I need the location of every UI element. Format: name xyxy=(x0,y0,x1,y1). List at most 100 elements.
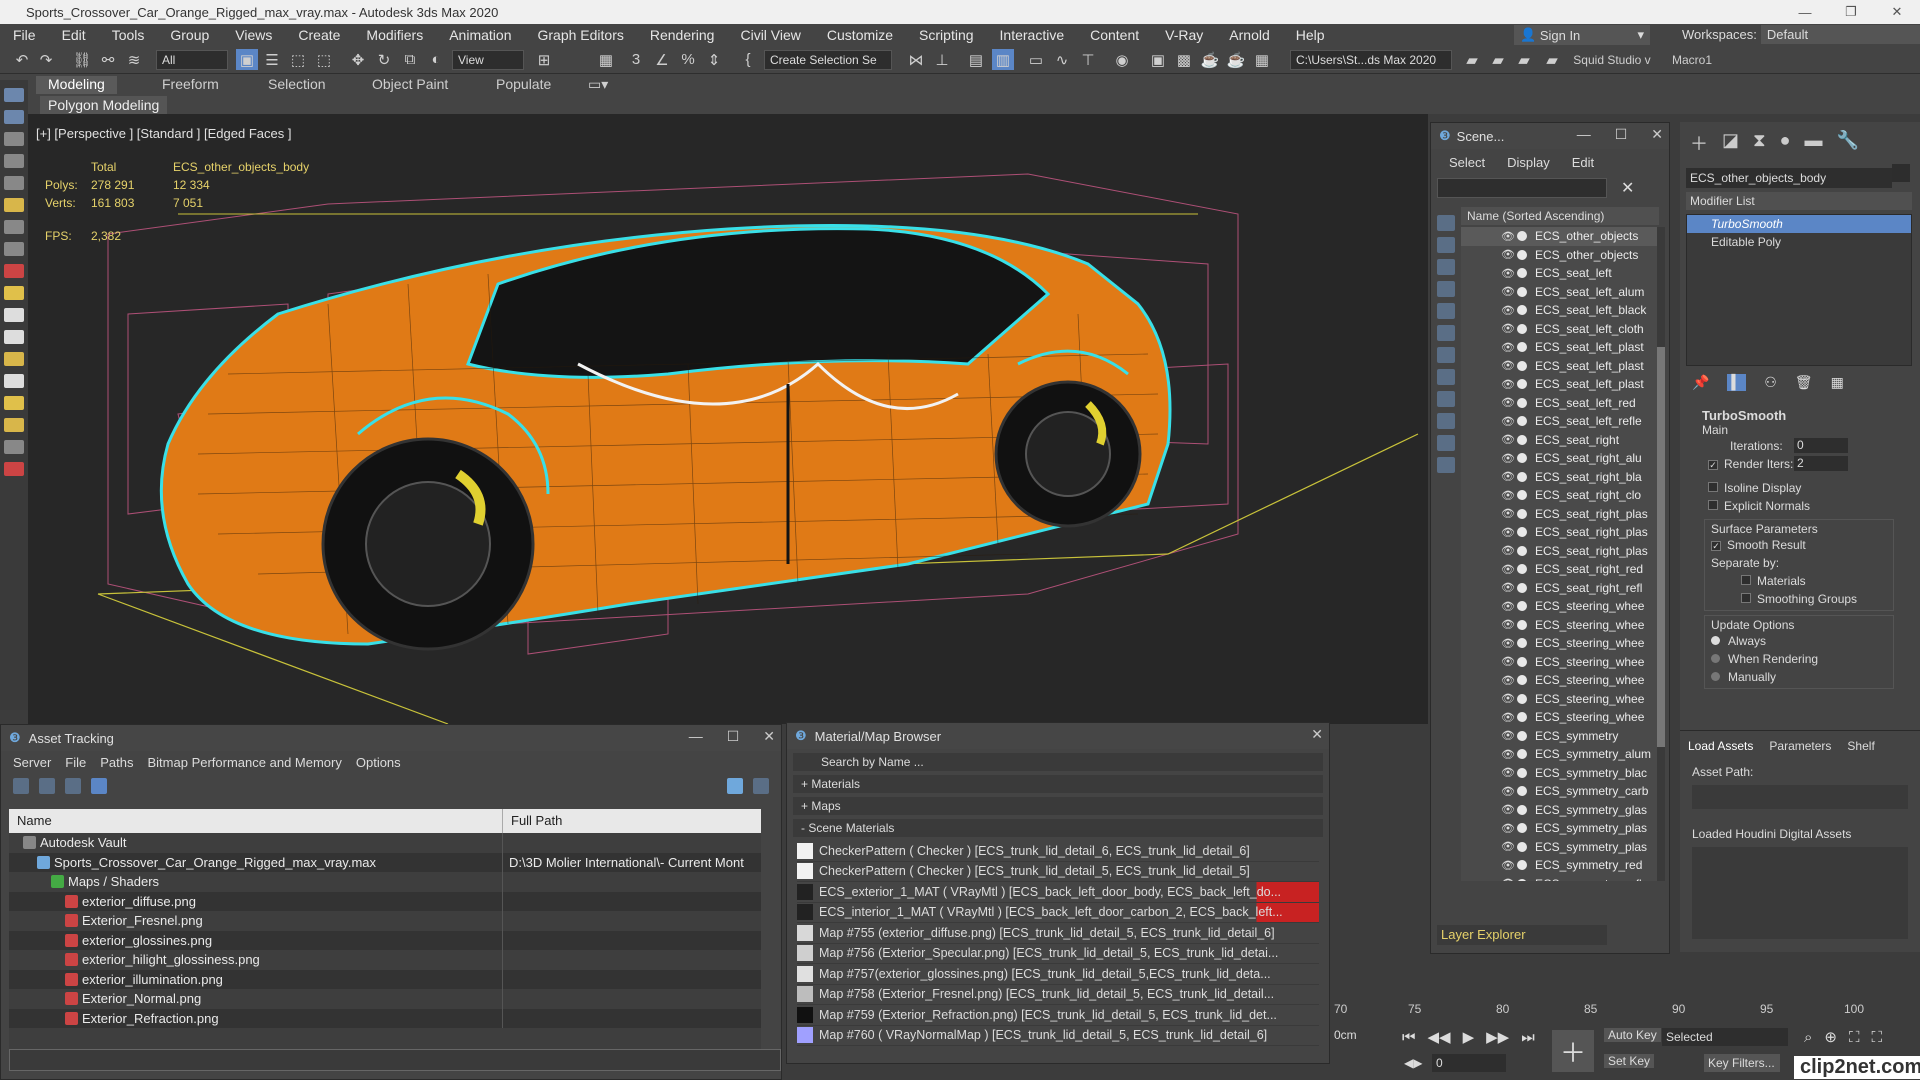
select-object-icon[interactable]: ▣ xyxy=(236,49,258,70)
visibility-eye-icon[interactable]: 👁 xyxy=(1501,859,1515,872)
render-iters-spinner[interactable]: 2 xyxy=(1794,456,1848,471)
render-frame-icon[interactable]: ▩ xyxy=(1174,49,1194,70)
visibility-eye-icon[interactable]: 👁 xyxy=(1501,748,1515,761)
ribbon-tab-freeform[interactable]: Freeform xyxy=(162,76,219,94)
save-icon[interactable]: ▰ xyxy=(1488,49,1508,70)
polygon-modeling-panel[interactable]: Polygon Modeling xyxy=(40,96,168,114)
close-icon[interactable]: ✕ xyxy=(1874,0,1920,24)
asset-menu-options[interactable]: Options xyxy=(356,755,401,770)
menu-modifiers[interactable]: Modifiers xyxy=(353,27,436,43)
ribbon-tab-modeling[interactable]: Modeling xyxy=(36,76,117,94)
clear-search-icon[interactable]: ✕ xyxy=(1621,178,1634,198)
smooth-result-checkbox[interactable]: ✓ Smooth Result xyxy=(1711,536,1887,554)
material-row[interactable]: Map #759 (Exterior_Refraction.png) [ECS_… xyxy=(797,1005,1319,1026)
visibility-eye-icon[interactable]: 👁 xyxy=(1501,396,1515,409)
display-geometry-icon[interactable] xyxy=(1437,215,1455,231)
ribbon-tab-populate[interactable]: Populate xyxy=(496,76,551,94)
tab-parameters[interactable]: Parameters xyxy=(1769,739,1831,753)
close-icon[interactable]: ✕ xyxy=(1311,726,1323,743)
current-frame-field[interactable]: 0 xyxy=(1432,1054,1506,1072)
menu-animation[interactable]: Animation xyxy=(436,27,524,43)
scene-item[interactable]: 👁 ECS_steering_whee xyxy=(1461,708,1659,727)
scene-item[interactable]: 👁 ECS_seat_left_plast xyxy=(1461,375,1659,394)
scene-item[interactable]: 👁 ECS_steering_whee xyxy=(1461,690,1659,709)
render-dot-icon[interactable] xyxy=(1517,471,1527,482)
render-dot-icon[interactable] xyxy=(1517,453,1527,464)
asset-menu-file[interactable]: File xyxy=(65,755,86,770)
scene-item[interactable]: 👁 ECS_seat_right_clo xyxy=(1461,486,1659,505)
asset-menu-bitmap-performance[interactable]: Bitmap Performance and Memory xyxy=(148,755,342,770)
ribbon-options-icon[interactable]: ▭▾ xyxy=(588,76,608,94)
scene-search-input[interactable] xyxy=(1437,178,1607,198)
visibility-eye-icon[interactable]: 👁 xyxy=(1501,433,1515,446)
render-dot-icon[interactable] xyxy=(1517,434,1527,445)
scene-item[interactable]: 👁 ECS_symmetry_plas xyxy=(1461,838,1659,857)
object-color-swatch[interactable] xyxy=(1892,164,1910,182)
render-dot-icon[interactable] xyxy=(1517,878,1527,881)
asset-row[interactable]: exterior_diffuse.png xyxy=(9,891,761,911)
minimize-icon[interactable]: — xyxy=(1577,126,1591,143)
scene-item[interactable]: 👁 ECS_seat_right_plas xyxy=(1461,523,1659,542)
settings-icon[interactable] xyxy=(753,778,769,794)
scene-item[interactable]: 👁 ECS_seat_right_plas xyxy=(1461,542,1659,561)
menu-graph-editors[interactable]: Graph Editors xyxy=(524,27,636,43)
layout-tab-16-icon[interactable] xyxy=(4,462,24,476)
render-dot-icon[interactable] xyxy=(1517,564,1527,575)
region-select-icon[interactable]: ⬚ xyxy=(288,49,308,70)
go-to-start-icon[interactable]: ⏮ xyxy=(1402,1029,1416,1046)
scene-item[interactable]: 👁 ECS_symmetry_alum xyxy=(1461,745,1659,764)
scene-item[interactable]: 👁 ECS_steering_whee xyxy=(1461,653,1659,672)
minimize-icon[interactable]: — xyxy=(1782,0,1828,24)
layout-tab-1-icon[interactable] xyxy=(4,88,24,102)
scene-scrollbar[interactable] xyxy=(1657,227,1665,881)
tab-load-assets[interactable]: Load Assets xyxy=(1688,739,1753,753)
visibility-eye-icon[interactable]: 👁 xyxy=(1501,877,1515,881)
ribbon-tab-selection[interactable]: Selection xyxy=(268,76,326,94)
layer-explorer-dropdown[interactable]: Layer Explorer xyxy=(1437,925,1607,945)
viewport-label[interactable]: [+] [Perspective ] [Standard ] [Edged Fa… xyxy=(36,126,291,141)
zoom-extents-icon[interactable]: ⛶ xyxy=(1849,1029,1860,1046)
visibility-eye-icon[interactable]: 👁 xyxy=(1501,840,1515,853)
visibility-eye-icon[interactable]: 👁 xyxy=(1501,729,1515,742)
menu-edit[interactable]: Edit xyxy=(49,27,99,43)
display-spacewarps-icon[interactable] xyxy=(1437,325,1455,341)
layout-tab-14-icon[interactable] xyxy=(4,418,24,432)
sign-in-button[interactable]: 👤 Sign In ▾ xyxy=(1514,25,1650,45)
render-dot-icon[interactable] xyxy=(1517,305,1527,316)
visibility-eye-icon[interactable]: 👁 xyxy=(1501,711,1515,724)
material-row[interactable]: Map #758 (Exterior_Fresnel.png) [ECS_tru… xyxy=(797,985,1319,1005)
play-icon[interactable]: ▶ xyxy=(1463,1028,1475,1046)
squid-studio-button[interactable]: Squid Studio v xyxy=(1572,49,1652,70)
render-dot-icon[interactable] xyxy=(1517,342,1527,353)
select-manipulate-icon[interactable]: ▦ xyxy=(596,49,616,70)
set-key-icon[interactable]: ＋ xyxy=(1552,1030,1594,1072)
script-icon[interactable]: ▰ xyxy=(1542,49,1562,70)
render-dot-icon[interactable] xyxy=(1517,323,1527,334)
render-dot-icon[interactable] xyxy=(1517,527,1527,538)
render-dot-icon[interactable] xyxy=(1517,730,1527,741)
group-materials[interactable]: + Materials xyxy=(793,775,1323,793)
scene-item[interactable]: 👁 ECS_symmetry_refle xyxy=(1461,875,1659,881)
visibility-eye-icon[interactable]: 👁 xyxy=(1501,267,1515,280)
key-filters-button[interactable]: Key Filters... xyxy=(1704,1054,1780,1072)
visibility-eye-icon[interactable]: 👁 xyxy=(1501,285,1515,298)
visibility-eye-icon[interactable]: 👁 xyxy=(1501,526,1515,539)
asset-row[interactable]: Maps / Shaders xyxy=(9,872,761,892)
previous-frame-icon[interactable]: ◀︎◀︎ xyxy=(1428,1028,1451,1046)
layout-tab-3-icon[interactable] xyxy=(4,132,24,146)
material-row[interactable]: Map #755 (exterior_diffuse.png) [ECS_tru… xyxy=(797,923,1319,944)
explicit-normals-checkbox[interactable]: Explicit Normals xyxy=(1686,497,1912,515)
selection-filter-dropdown[interactable]: All xyxy=(156,50,228,70)
help-icon[interactable] xyxy=(727,778,743,794)
scene-item[interactable]: 👁 ECS_seat_left_cloth xyxy=(1461,320,1659,339)
refresh-icon[interactable] xyxy=(13,778,29,794)
display-helpers-icon[interactable] xyxy=(1437,303,1455,319)
visibility-eye-icon[interactable]: 👁 xyxy=(1501,507,1515,520)
asset-row[interactable]: Autodesk Vault xyxy=(9,833,761,853)
close-icon[interactable]: ✕ xyxy=(1651,126,1663,143)
asset-row[interactable]: exterior_glossines.png xyxy=(9,930,761,950)
menu-file[interactable]: File xyxy=(0,27,49,43)
render-dot-icon[interactable] xyxy=(1517,638,1527,649)
scene-item[interactable]: 👁 ECS_seat_left_red xyxy=(1461,394,1659,413)
update-always-radio[interactable]: Always xyxy=(1711,632,1887,650)
